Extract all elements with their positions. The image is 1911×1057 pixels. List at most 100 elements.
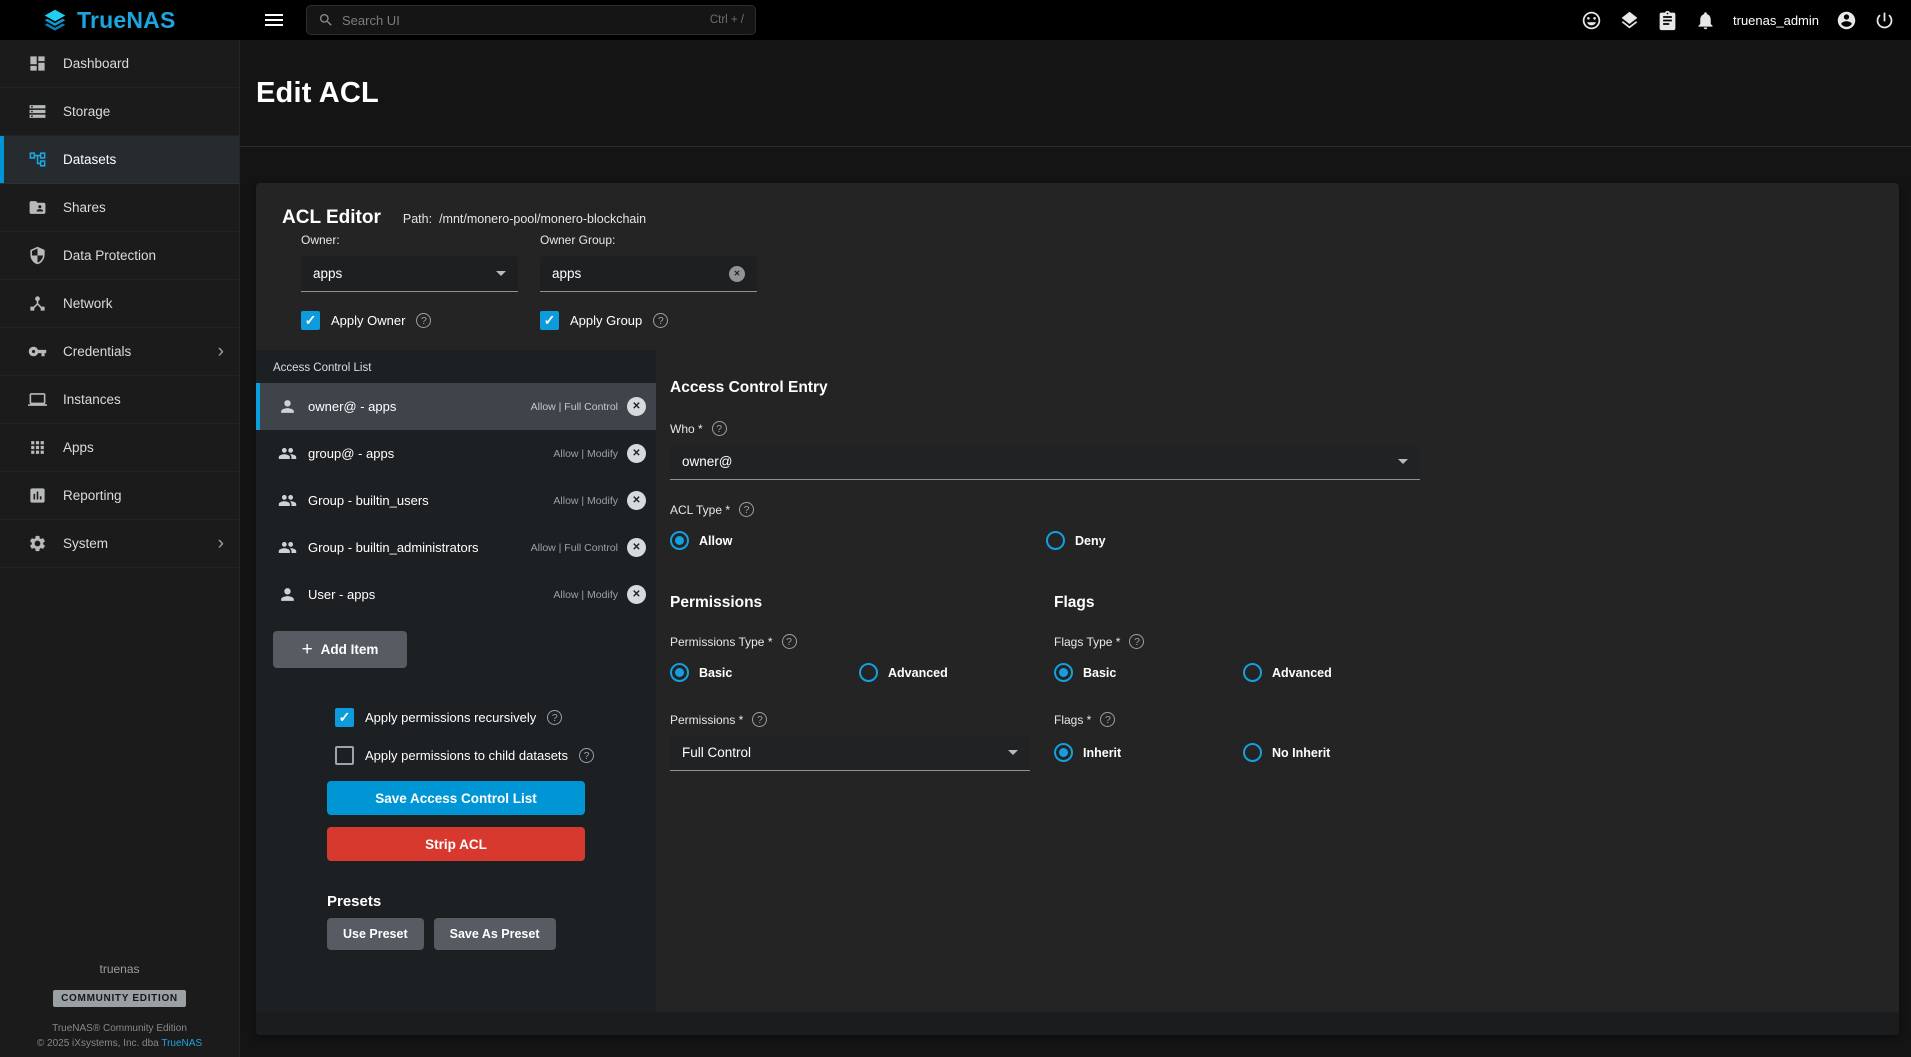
truenas-logo[interactable]: TrueNAS	[0, 7, 240, 34]
search-shortcut: Ctrl + /	[710, 14, 744, 26]
radio-option-inherit[interactable]: Inherit	[1054, 743, 1243, 762]
sidebar-item-network[interactable]: Network	[0, 280, 239, 328]
who-label: Who *	[670, 422, 703, 436]
path-label: Path:	[403, 212, 432, 226]
logged-in-user[interactable]: truenas_admin	[1733, 13, 1819, 28]
acl-editor-card: ACL Editor Path: /mnt/monero-pool/monero…	[256, 183, 1899, 1035]
child-datasets-checkbox[interactable]	[335, 746, 354, 765]
presets-actions: Use Preset Save As Preset	[327, 918, 656, 950]
power-icon[interactable]	[1874, 10, 1895, 31]
radio-option-basic[interactable]: Basic	[1054, 663, 1243, 682]
group-icon	[278, 538, 297, 557]
notifications-icon[interactable]	[1695, 10, 1716, 31]
acl-entry-row[interactable]: Group - builtin_users Allow | Modify	[256, 477, 656, 524]
sidebar-item-apps[interactable]: Apps	[0, 424, 239, 472]
global-search[interactable]: Ctrl + /	[306, 5, 756, 35]
recursive-checkbox[interactable]	[335, 708, 354, 727]
add-item-button[interactable]: Add Item	[273, 631, 407, 668]
delete-entry-icon[interactable]	[627, 397, 646, 416]
plus-icon	[302, 640, 313, 659]
owner-value: apps	[313, 266, 342, 281]
delete-entry-icon[interactable]	[627, 585, 646, 604]
help-icon[interactable]	[1100, 712, 1115, 727]
owner-group-label: Owner Group:	[540, 233, 757, 247]
owner-select[interactable]: apps	[301, 256, 518, 292]
sidebar-item-system[interactable]: System	[0, 520, 239, 568]
card-footer-strip	[256, 1012, 1899, 1035]
search-input[interactable]	[342, 13, 702, 28]
save-as-preset-button[interactable]: Save As Preset	[434, 918, 556, 950]
copyright-link[interactable]: TrueNAS	[161, 1038, 202, 1049]
acl-type-label-row: ACL Type *	[670, 502, 1875, 517]
sidebar-item-datasets[interactable]: Datasets	[0, 136, 239, 184]
clear-icon[interactable]	[729, 266, 745, 282]
apply-group-checkbox[interactable]	[540, 311, 559, 330]
acl-entry-row[interactable]: owner@ - apps Allow | Full Control	[256, 383, 656, 430]
help-icon[interactable]	[579, 748, 594, 763]
radio-option-advanced[interactable]: Advanced	[1243, 663, 1332, 682]
radio-option-advanced[interactable]: Advanced	[859, 663, 948, 682]
flags-radio-group: Inherit No Inherit	[1054, 743, 1875, 762]
menu-toggle-button[interactable]	[262, 8, 286, 32]
strip-acl-button[interactable]: Strip ACL	[327, 827, 585, 861]
radio-option-deny[interactable]: Deny	[1046, 531, 1106, 550]
dashboard-icon	[28, 54, 47, 73]
recursive-checkbox-row: Apply permissions recursively	[335, 708, 656, 727]
sidebar-item-data-protection[interactable]: Data Protection	[0, 232, 239, 280]
delete-entry-icon[interactable]	[627, 538, 646, 557]
flags-type-label-row: Flags Type *	[1054, 634, 1875, 649]
save-acl-button[interactable]: Save Access Control List	[327, 781, 585, 815]
radio-option-basic[interactable]: Basic	[670, 663, 859, 682]
permissions-select[interactable]: Full Control	[670, 735, 1030, 771]
reporting-icon	[28, 486, 47, 505]
datasets-icon	[28, 150, 47, 169]
permissions-type-label: Permissions Type *	[670, 635, 773, 649]
chevron-down-icon	[496, 271, 506, 276]
sidebar-item-credentials[interactable]: Credentials	[0, 328, 239, 376]
acl-type-radio-group: Allow Deny	[670, 531, 1875, 550]
owner-group-input[interactable]: apps	[540, 256, 757, 292]
acl-list-heading: Access Control List	[256, 350, 656, 374]
acl-editor-header: ACL Editor Path: /mnt/monero-pool/monero…	[282, 207, 646, 229]
acl-entry-permission: Allow | Modify	[547, 448, 618, 460]
delete-entry-icon[interactable]	[627, 491, 646, 510]
help-icon[interactable]	[416, 313, 431, 328]
sidebar-item-shares[interactable]: Shares	[0, 184, 239, 232]
help-icon[interactable]	[653, 313, 668, 328]
acl-item-list: owner@ - apps Allow | Full Control group…	[256, 383, 656, 618]
radio-option-no-inherit[interactable]: No Inherit	[1243, 743, 1330, 762]
acl-entry-row[interactable]: Group - builtin_administrators Allow | F…	[256, 524, 656, 571]
who-select[interactable]: owner@	[670, 444, 1420, 480]
top-bar: TrueNAS Ctrl + / truenas_admin	[0, 0, 1911, 40]
who-value: owner@	[682, 454, 732, 469]
acl-entry-row[interactable]: User - apps Allow | Modify	[256, 571, 656, 618]
feedback-icon[interactable]	[1581, 10, 1602, 31]
apply-owner-checkbox[interactable]	[301, 311, 320, 330]
acl-entry-row[interactable]: group@ - apps Allow | Modify	[256, 430, 656, 477]
help-icon[interactable]	[547, 710, 562, 725]
help-icon[interactable]	[739, 502, 754, 517]
sidebar-item-storage[interactable]: Storage	[0, 88, 239, 136]
layers-icon[interactable]	[1619, 10, 1640, 31]
sidebar-item-reporting[interactable]: Reporting	[0, 472, 239, 520]
radio-icon	[859, 663, 878, 682]
sidebar-item-label: Apps	[63, 440, 94, 455]
sidebar-item-instances[interactable]: Instances	[0, 376, 239, 424]
radio-option-allow[interactable]: Allow	[670, 531, 1046, 550]
search-icon	[318, 12, 334, 28]
use-preset-button[interactable]: Use Preset	[327, 918, 424, 950]
acl-entry-permission: Allow | Modify	[547, 589, 618, 601]
sidebar-item-label: Shares	[63, 200, 106, 215]
help-icon[interactable]	[782, 634, 797, 649]
sidebar-item-label: Data Protection	[63, 248, 156, 263]
help-icon[interactable]	[712, 421, 727, 436]
help-icon[interactable]	[1129, 634, 1144, 649]
recursive-label: Apply permissions recursively	[365, 710, 536, 725]
jobs-icon[interactable]	[1657, 10, 1678, 31]
help-icon[interactable]	[752, 712, 767, 727]
apply-owner-label: Apply Owner	[331, 313, 405, 328]
sidebar-item-dashboard[interactable]: Dashboard	[0, 40, 239, 88]
edition-text: TrueNAS® Community Edition	[0, 1023, 239, 1034]
delete-entry-icon[interactable]	[627, 444, 646, 463]
user-avatar-icon[interactable]	[1836, 10, 1857, 31]
